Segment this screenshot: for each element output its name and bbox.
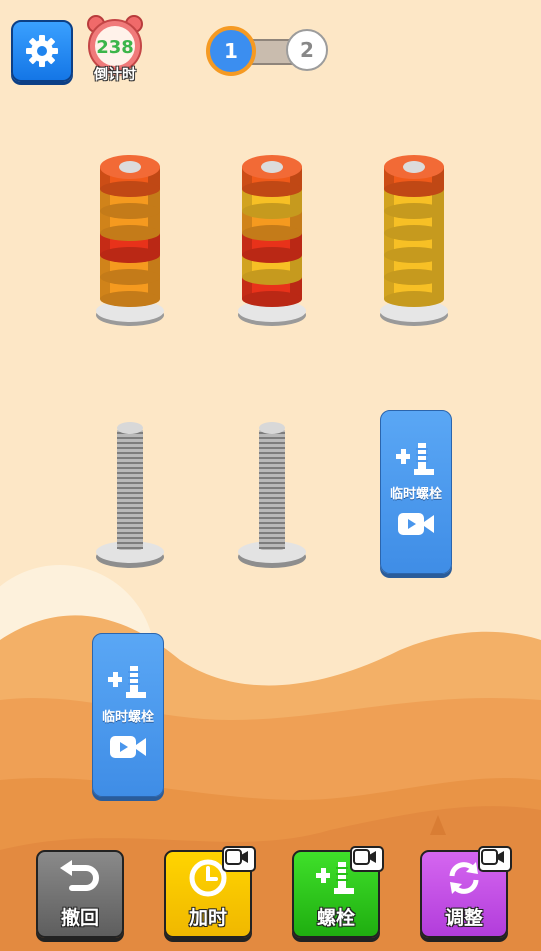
video-camera-icon <box>398 513 434 535</box>
add-bolt-label: 螺栓 <box>316 907 355 929</box>
undo-label: 撤回 <box>60 907 99 929</box>
undo-arrow-icon <box>60 860 99 891</box>
temp-bolt-label: 临时螺栓 <box>389 487 442 502</box>
video-ad-badge <box>222 846 256 872</box>
video-camera-icon <box>353 849 376 865</box>
video-camera-icon <box>110 736 146 758</box>
nut-hole <box>119 161 141 173</box>
video-ad-badge <box>350 846 384 872</box>
nut-hole <box>403 161 425 173</box>
video-camera-icon <box>481 849 504 865</box>
empty-bolt-2[interactable] <box>238 422 306 568</box>
nut-stack-3[interactable] <box>380 155 448 326</box>
video-camera-icon <box>225 849 248 865</box>
video-ad-badge <box>478 846 512 872</box>
add-time-button[interactable]: 加时 <box>164 846 256 938</box>
nut-stack-1[interactable] <box>96 155 164 326</box>
plus-bolt-icon <box>108 666 146 698</box>
temp-bolt-card-right[interactable]: 临时螺栓 <box>380 410 452 574</box>
add-bolt-button[interactable]: 螺栓 <box>292 846 384 938</box>
shuffle-label: 调整 <box>444 907 483 929</box>
empty-bolt-1[interactable] <box>96 422 164 568</box>
nut-hole <box>261 161 283 173</box>
shuffle-button[interactable]: 调整 <box>420 846 512 938</box>
add-time-label: 加时 <box>188 907 227 929</box>
undo-button[interactable]: 撤回 <box>36 850 124 938</box>
plus-bolt-icon <box>396 443 434 475</box>
nut-stack-2[interactable] <box>238 155 306 326</box>
temp-bolt-card-left[interactable]: 临时螺栓 <box>92 633 164 797</box>
game-board <box>96 155 448 568</box>
temp-bolt-label: 临时螺栓 <box>101 710 154 725</box>
